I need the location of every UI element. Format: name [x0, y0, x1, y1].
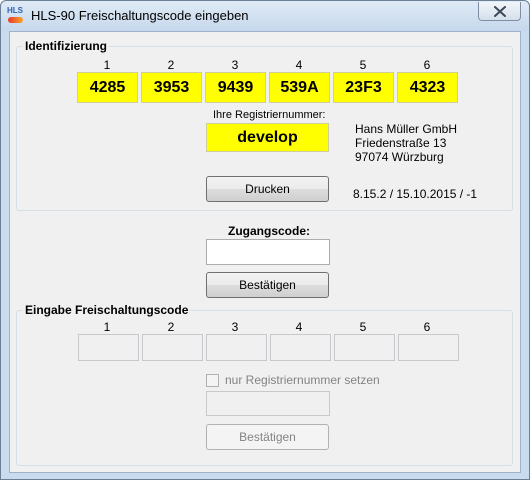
registration-only-checkbox[interactable]: [206, 373, 219, 387]
version-info: 8.15.2 / 15.10.2015 / -1: [353, 187, 478, 201]
unlock-code-field-4[interactable]: [270, 334, 331, 361]
address-line-street: Friedenstraße 13: [355, 136, 447, 150]
unlock-code-group-title: Eingabe Freischaltungscode: [23, 303, 191, 317]
id-column-1-label: 1: [103, 58, 111, 72]
access-code-label: Zugangscode:: [228, 224, 311, 238]
id-code-6: 4323: [397, 72, 458, 103]
unlock-code-field-1[interactable]: [78, 334, 139, 361]
unlock-code-field-5[interactable]: [334, 334, 395, 361]
close-button[interactable]: [478, 2, 521, 21]
id-column-2-label: 2: [167, 58, 175, 72]
unlock-column-4-label: 4: [295, 320, 303, 334]
id-code-5: 23F3: [333, 72, 394, 103]
dialog-client-area: Identifizierung 1 2 3 4 5 6 4285 3953 94…: [9, 31, 521, 473]
unlock-code-field-6[interactable]: [398, 334, 459, 361]
registration-only-label: nur Registriernummer setzen: [225, 373, 380, 387]
address-line-company: Hans Müller GmbH: [355, 122, 458, 136]
swoosh-shape: [8, 17, 23, 23]
unlock-column-5-label: 5: [359, 320, 367, 334]
id-code-1: 4285: [77, 72, 138, 103]
unlock-confirm-button[interactable]: Bestätigen: [206, 424, 329, 450]
unlock-column-6-label: 6: [423, 320, 431, 334]
unlock-extra-field[interactable]: [206, 391, 330, 416]
id-code-4: 539A: [269, 72, 330, 103]
app-icon-text: HLS: [7, 6, 23, 15]
registration-only-checkbox-row[interactable]: nur Registriernummer setzen: [206, 373, 380, 387]
unlock-column-1-label: 1: [103, 320, 111, 334]
title-bar[interactable]: HLS HLS-90 Freischaltungscode eingeben: [1, 1, 529, 31]
id-code-2: 3953: [141, 72, 202, 103]
id-column-5-label: 5: [359, 58, 367, 72]
print-button[interactable]: Drucken: [206, 176, 329, 202]
window-title: HLS-90 Freischaltungscode eingeben: [31, 8, 249, 23]
id-column-4-label: 4: [295, 58, 303, 72]
id-column-6-label: 6: [423, 58, 431, 72]
id-code-3: 9439: [205, 72, 266, 103]
id-column-3-label: 3: [231, 58, 239, 72]
unlock-code-field-3[interactable]: [206, 334, 267, 361]
access-confirm-button[interactable]: Bestätigen: [206, 272, 329, 298]
close-icon: [493, 5, 506, 17]
registration-number-value: develop: [206, 123, 329, 152]
access-code-input[interactable]: [206, 239, 330, 265]
hls-app-icon: HLS: [7, 6, 25, 26]
unlock-column-2-label: 2: [167, 320, 175, 334]
unlock-code-field-2[interactable]: [142, 334, 203, 361]
registration-number-label: Ihre Registriernummer:: [213, 109, 326, 121]
identification-group-title: Identifizierung: [23, 39, 109, 53]
address-line-city: 97074 Würzburg: [355, 150, 444, 164]
dialog-window: HLS HLS-90 Freischaltungscode eingeben I…: [0, 0, 530, 480]
unlock-column-3-label: 3: [231, 320, 239, 334]
